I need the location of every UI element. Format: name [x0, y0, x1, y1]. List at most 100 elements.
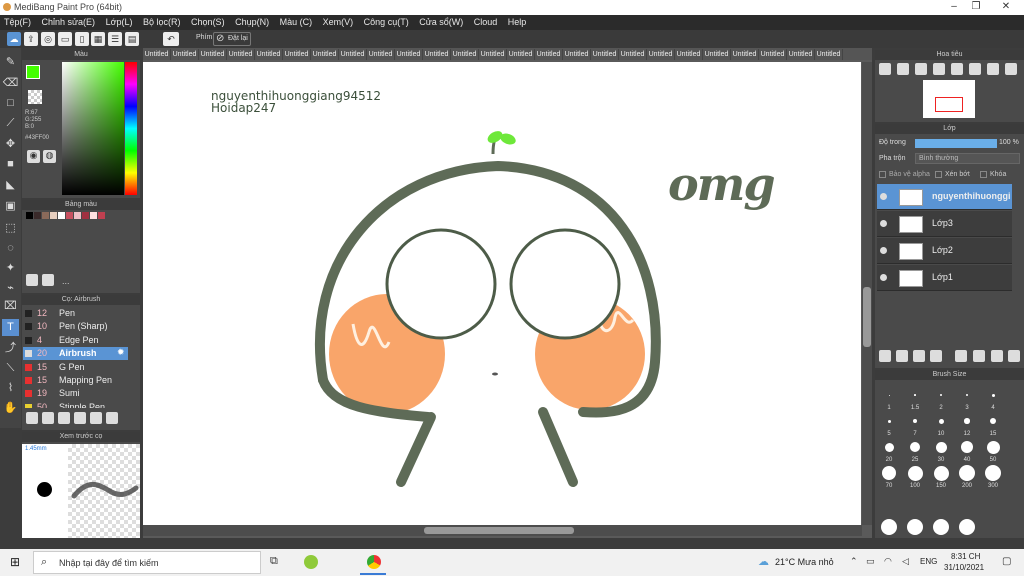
- rotate-right-icon[interactable]: [987, 63, 999, 77]
- document-tab[interactable]: Untitled: [227, 49, 255, 60]
- volume-icon[interactable]: ◁: [902, 556, 909, 567]
- eye-icon[interactable]: [880, 193, 887, 200]
- upload-icon[interactable]: ⇪: [24, 32, 38, 46]
- document-tab[interactable]: Untitled: [143, 49, 171, 60]
- menu-color[interactable]: Màu (C): [276, 15, 317, 30]
- brush-size-option[interactable]: [991, 393, 995, 397]
- taskbar-search[interactable]: ⌕ Nhập tại đây để tìm kiếm: [33, 551, 261, 574]
- dot-tool-icon[interactable]: ⟋: [2, 115, 19, 132]
- brush-size-option[interactable]: [888, 394, 890, 396]
- menu-filter[interactable]: Bộ lọc(R): [139, 15, 185, 30]
- add-layer-menu-icon[interactable]: [930, 350, 942, 364]
- eye-icon[interactable]: [880, 247, 887, 254]
- layer-row-2[interactable]: Lớp2: [877, 238, 1012, 264]
- chevron-up-icon[interactable]: ⌃: [850, 556, 858, 567]
- flip-icon[interactable]: [969, 63, 981, 77]
- navigator-viewport[interactable]: [935, 97, 963, 112]
- brush-folder-icon[interactable]: [90, 412, 102, 426]
- cloud-icon[interactable]: ☁: [7, 32, 21, 46]
- divide-tool-icon[interactable]: ⟍: [2, 360, 19, 377]
- actual-size-icon[interactable]: [933, 63, 945, 77]
- copy-brush-icon[interactable]: [58, 412, 70, 426]
- document-tab[interactable]: Untitled: [647, 49, 675, 60]
- document-tab[interactable]: Untitled: [311, 49, 339, 60]
- select-eraser-icon[interactable]: ⌧: [2, 298, 19, 315]
- chrome-app-icon[interactable]: [367, 555, 381, 569]
- wifi-icon[interactable]: ◠: [884, 556, 892, 567]
- reset-view-icon[interactable]: [1005, 63, 1017, 77]
- menu-edit[interactable]: Chỉnh sửa(E): [38, 15, 100, 30]
- language-indicator[interactable]: ENG: [920, 557, 937, 566]
- magic-wand-icon[interactable]: ✦: [2, 260, 19, 277]
- brush-settings-icon[interactable]: [74, 412, 86, 426]
- document-tab[interactable]: Untitled: [759, 49, 787, 60]
- document-tab[interactable]: Untitled: [675, 49, 703, 60]
- menu-snap[interactable]: Chụp(N): [231, 15, 273, 30]
- document-tab[interactable]: Untitled: [787, 49, 815, 60]
- menu-view[interactable]: Xem(V): [319, 15, 358, 30]
- doc-icon[interactable]: ▤: [125, 32, 139, 46]
- palette-swatch[interactable]: [82, 212, 89, 219]
- text-tool-icon[interactable]: T: [2, 319, 19, 336]
- eyedropper-icon[interactable]: ⌇: [2, 380, 19, 397]
- palette-swatch[interactable]: [50, 212, 57, 219]
- eye-icon[interactable]: [880, 220, 887, 227]
- document-tab[interactable]: Untitled: [339, 49, 367, 60]
- brush-size-option[interactable]: [933, 465, 949, 481]
- rotate-left-icon[interactable]: [951, 63, 963, 77]
- opacity-slider[interactable]: [915, 139, 997, 148]
- document-tab[interactable]: Untitled: [255, 49, 283, 60]
- new-layer-icon[interactable]: [879, 350, 891, 364]
- list-icon[interactable]: ☰: [108, 32, 122, 46]
- layer-row-3[interactable]: Lớp3: [877, 211, 1012, 237]
- task-view-icon[interactable]: ⧉: [270, 555, 278, 568]
- clock-time[interactable]: 8:31 CH: [951, 552, 980, 561]
- foreground-color[interactable]: [26, 65, 40, 79]
- palette-swatch[interactable]: [42, 212, 49, 219]
- new-brush-icon[interactable]: [42, 412, 54, 426]
- brush-size-option[interactable]: [961, 441, 973, 453]
- document-tab[interactable]: Untitled: [395, 49, 423, 60]
- minimize-icon[interactable]: –: [944, 1, 964, 12]
- brush-size-option[interactable]: [910, 442, 920, 452]
- gear-icon[interactable]: ✹: [117, 347, 125, 358]
- windows-start-icon[interactable]: ⊞: [10, 555, 20, 569]
- brush-size-option[interactable]: [907, 519, 923, 535]
- hue-slider[interactable]: [125, 62, 137, 195]
- zoom-in-icon[interactable]: [879, 63, 891, 77]
- document-tab[interactable]: Untitled: [535, 49, 563, 60]
- menu-layer[interactable]: Lớp(L): [102, 15, 137, 30]
- add-brush-icon[interactable]: [26, 412, 38, 426]
- layer-folder-icon[interactable]: [955, 350, 967, 364]
- eye-icon[interactable]: [880, 274, 887, 281]
- brush-size-option[interactable]: [907, 465, 923, 481]
- color-wheel-icon[interactable]: ◍: [43, 150, 56, 163]
- document-tab[interactable]: Untitled: [451, 49, 479, 60]
- horizontal-scroll-thumb[interactable]: [424, 527, 574, 534]
- operation-tool-icon[interactable]: ⤴: [2, 340, 19, 357]
- brush-size-option[interactable]: [986, 440, 1000, 454]
- page-icon[interactable]: ▯: [75, 32, 89, 46]
- brush-size-option[interactable]: [913, 419, 917, 423]
- brush-item[interactable]: 50 Stipple Pen: [23, 401, 128, 408]
- document-tab[interactable]: Untitled: [507, 49, 535, 60]
- zoom-out-icon[interactable]: [897, 63, 909, 77]
- grid-icon[interactable]: ▦: [91, 32, 105, 46]
- shape-tool-icon[interactable]: □: [2, 95, 19, 112]
- document-tab[interactable]: Untitled: [367, 49, 395, 60]
- duplicate-layer-icon[interactable]: [973, 350, 985, 364]
- document-tab[interactable]: Untitled: [171, 49, 199, 60]
- layer-row-text[interactable]: nguyenthihuonggiang94512: [877, 184, 1012, 210]
- palette-swatch[interactable]: [74, 212, 81, 219]
- brush-size-option[interactable]: [938, 418, 944, 424]
- maximize-icon[interactable]: ❐: [966, 1, 986, 12]
- menu-tools[interactable]: Công cụ(T): [360, 15, 413, 30]
- delete-layer-icon[interactable]: [1008, 350, 1020, 364]
- delete-palette-icon[interactable]: [42, 274, 54, 288]
- color-saturation-field[interactable]: [62, 62, 124, 195]
- document-tab[interactable]: Untitled: [199, 49, 227, 60]
- document-tab[interactable]: Untitled: [815, 49, 843, 60]
- menu-file[interactable]: Tệp(F): [0, 15, 35, 30]
- weather-text[interactable]: 21°C Mưa nhỏ: [775, 557, 834, 567]
- brush-size-option[interactable]: [914, 394, 916, 396]
